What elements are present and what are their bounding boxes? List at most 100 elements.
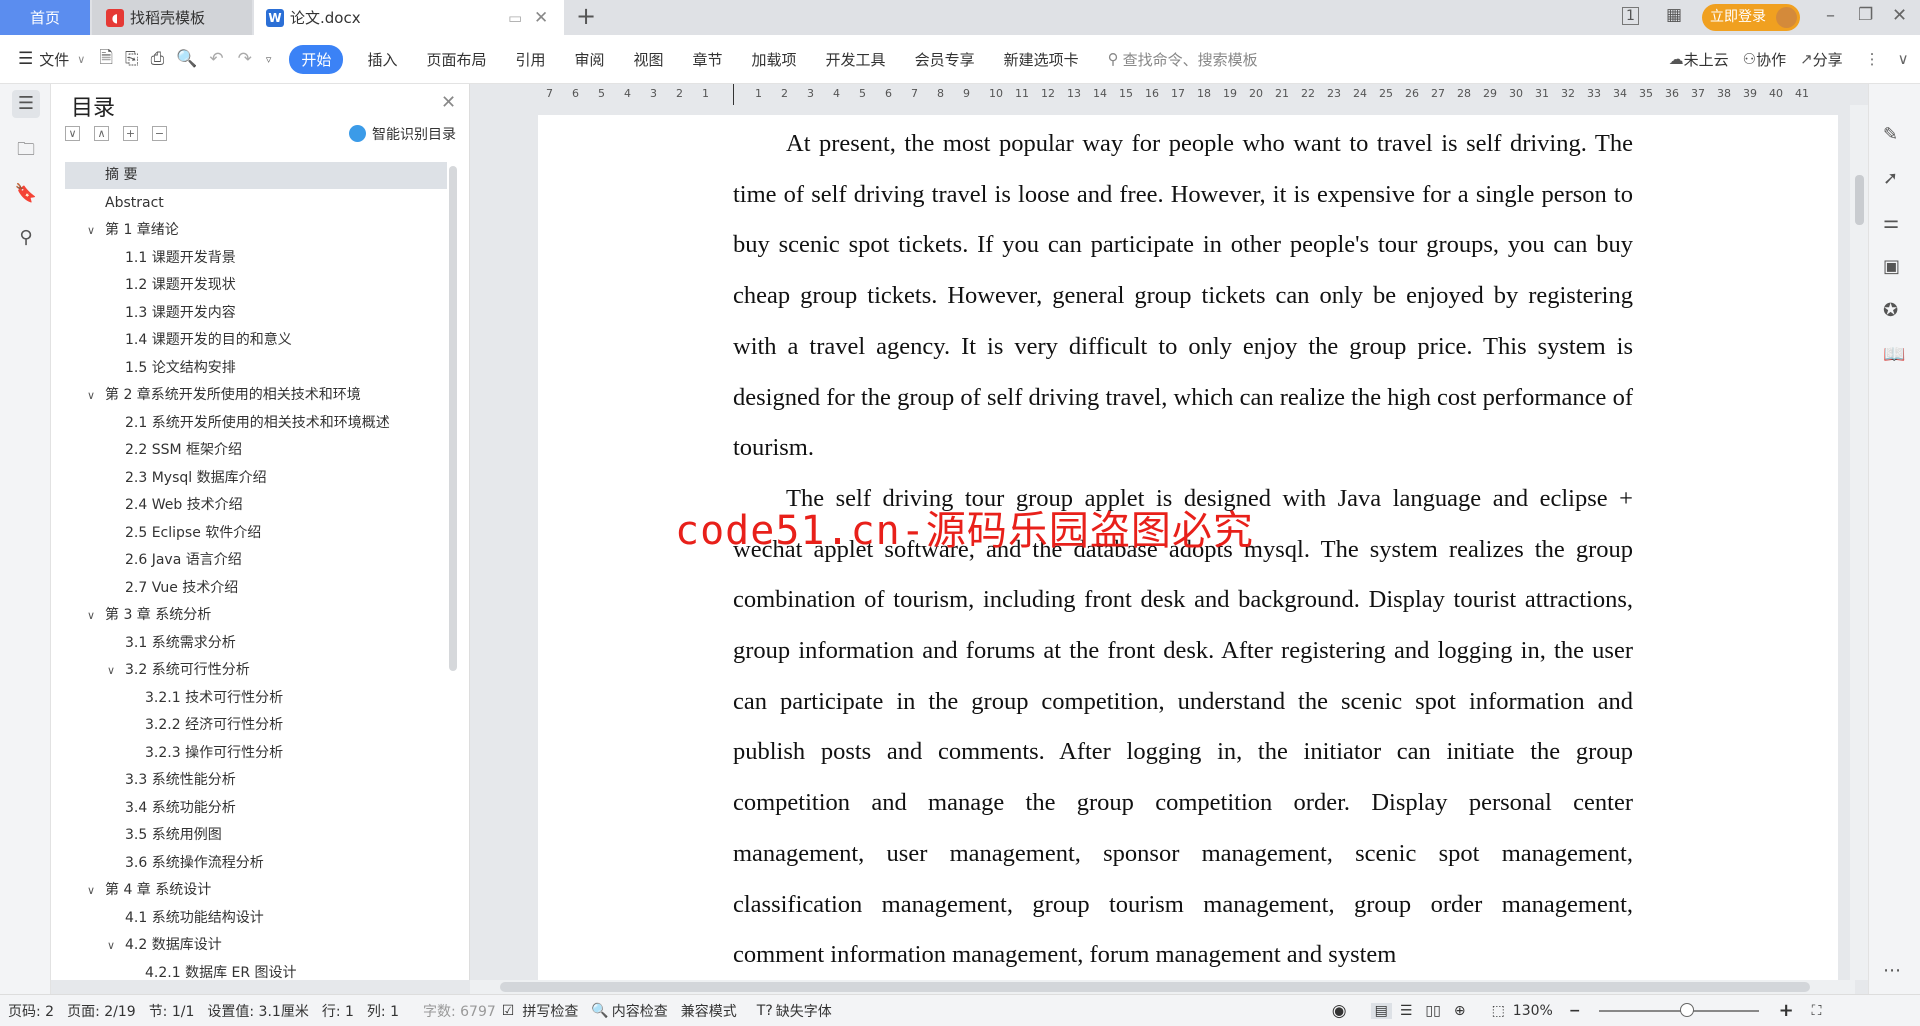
toc-item[interactable]: 1.3 课题开发内容 — [65, 300, 499, 327]
toc-item[interactable]: 1.5 论文结构安排 — [65, 355, 499, 382]
word-count[interactable]: 字数: 6797 — [423, 1001, 496, 1021]
horizontal-scrollbar[interactable] — [470, 980, 1855, 994]
tab-new[interactable]: 新建选项卡 — [1004, 49, 1079, 70]
share-button[interactable]: 分享 — [1813, 49, 1843, 70]
ai-icon[interactable]: ✪ — [1883, 300, 1898, 321]
toc-item[interactable]: 2.4 Web 技术介绍 — [65, 492, 499, 519]
command-search-input[interactable]: 查找命令、搜索模板 — [1123, 49, 1503, 70]
toc-item[interactable]: 2.5 Eclipse 软件介绍 — [65, 520, 499, 547]
settings-sliders-icon[interactable]: ⚌ — [1883, 212, 1899, 233]
quick-access-dropdown-icon[interactable]: ▿ — [266, 53, 272, 66]
row-indicator[interactable]: 行: 1 — [322, 1001, 354, 1021]
tab-template[interactable]: ◖ 找稻壳模板 — [92, 0, 252, 35]
toc-item[interactable]: 2.2 SSM 框架介绍 — [65, 437, 499, 464]
find-icon[interactable]: ⚲ — [12, 224, 40, 252]
toc-item[interactable]: 1.2 课题开发现状 — [65, 272, 499, 299]
outline-view-icon[interactable]: ☰ — [1400, 1003, 1413, 1019]
vertical-scrollbar[interactable] — [1850, 105, 1868, 980]
tab-insert[interactable]: 插入 — [367, 49, 397, 70]
undo-icon[interactable]: ↶ — [209, 49, 223, 69]
page-code[interactable]: 页码: 2 — [8, 1001, 54, 1021]
more-horizontal-icon[interactable]: ⋯ — [1883, 960, 1901, 981]
zoom-level[interactable]: 130% — [1513, 1003, 1553, 1019]
close-window-button[interactable]: ✕ — [1892, 5, 1907, 26]
toc-item[interactable]: 3.2.1 技术可行性分析 — [65, 685, 499, 712]
toc-item[interactable]: 2.1 系统开发所使用的相关技术和环境概述 — [65, 410, 499, 437]
indent-marker[interactable] — [733, 84, 734, 105]
pen-icon[interactable]: ✎ — [1883, 124, 1898, 145]
tab-addins[interactable]: 加载项 — [752, 49, 797, 70]
collapse-all-icon[interactable]: ∨ — [65, 126, 80, 141]
toc-item[interactable]: 4.2.1 数据库 ER 图设计 — [65, 960, 499, 987]
image-edit-icon[interactable]: ▣ — [1883, 256, 1900, 277]
tab-start[interactable]: 开始 — [289, 44, 344, 74]
print-preview-icon[interactable]: 🔍 — [176, 49, 197, 69]
section-indicator[interactable]: 节: 1/1 — [149, 1001, 195, 1021]
tab-page-layout[interactable]: 页面布局 — [426, 49, 486, 70]
add-heading-icon[interactable]: + — [123, 126, 138, 141]
file-menu[interactable]: 文件 — [39, 49, 69, 70]
tab-document[interactable]: W 论文.docx ▭ ✕ — [254, 0, 564, 35]
select-cursor-icon[interactable]: ➚ — [1883, 168, 1898, 189]
page-view-icon[interactable]: ▤ — [1370, 1002, 1392, 1019]
toc-item[interactable]: 2.3 Mysql 数据库介绍 — [65, 465, 499, 492]
cloud-status[interactable]: 未上云 — [1684, 49, 1729, 70]
compat-mode[interactable]: 兼容模式 — [681, 1001, 737, 1021]
collab-button[interactable]: 协作 — [1756, 49, 1786, 70]
read-view-icon[interactable]: ▯▯ — [1425, 1003, 1440, 1019]
horizontal-scroll-thumb[interactable] — [500, 982, 1810, 992]
zoom-slider-handle[interactable] — [1679, 1002, 1694, 1017]
setting-value[interactable]: 设置值: 3.1厘米 — [207, 1001, 308, 1021]
tab-developer[interactable]: 开发工具 — [826, 49, 886, 70]
tab-member[interactable]: 会员专享 — [915, 49, 975, 70]
tab-review[interactable]: 审阅 — [574, 49, 604, 70]
toc-item[interactable]: 4.1 系统功能结构设计 — [65, 905, 499, 932]
toc-item[interactable]: 2.6 Java 语言介绍 — [65, 547, 499, 574]
chevron-down-icon[interactable]: ∨ — [87, 602, 95, 629]
redo-icon[interactable]: ↷ — [238, 49, 252, 69]
toc-item[interactable]: 摘 要 — [65, 162, 447, 189]
remove-heading-icon[interactable]: − — [152, 126, 167, 141]
menu-icon[interactable]: ☰ — [18, 49, 33, 69]
login-button[interactable]: 立即登录 — [1702, 4, 1800, 31]
reading-icon[interactable]: 📖 — [1883, 344, 1905, 365]
pin-icon[interactable]: ▭ — [508, 9, 522, 27]
zoom-out-button[interactable]: − — [1569, 1003, 1581, 1019]
close-toc-icon[interactable]: ✕ — [441, 92, 456, 113]
single-page-icon[interactable]: 1 — [1622, 7, 1639, 25]
chevron-down-icon[interactable]: ∨ — [87, 877, 95, 904]
toc-item[interactable]: Abstract — [65, 190, 499, 217]
toc-item[interactable]: 1.1 课题开发背景 — [65, 245, 499, 272]
fit-page-icon[interactable]: ⬚ — [1492, 1003, 1505, 1019]
toc-item[interactable]: ∨ 第 3 章 系统分析 — [65, 602, 499, 629]
close-tab-icon[interactable]: ✕ — [534, 8, 548, 28]
new-tab-button[interactable]: + — [576, 2, 596, 30]
toc-item[interactable]: 1.4 课题开发的目的和意义 — [65, 327, 499, 354]
print-icon[interactable]: ⎙ — [151, 49, 165, 69]
toc-item[interactable]: 3.2.3 操作可行性分析 — [65, 740, 499, 767]
toc-item[interactable]: 3.3 系统性能分析 — [65, 767, 499, 794]
toc-item[interactable]: 3.2.2 经济可行性分析 — [65, 712, 499, 739]
toc-scrollbar[interactable] — [449, 166, 457, 671]
toc-panel-icon[interactable]: ☰ — [12, 90, 40, 118]
save-icon[interactable]: 🗎 — [99, 45, 113, 74]
toc-item[interactable]: 3.6 系统操作流程分析 — [65, 850, 499, 877]
tab-view[interactable]: 视图 — [634, 49, 664, 70]
tab-home[interactable]: 首页 — [0, 0, 90, 35]
toc-item[interactable]: ∨ 第 1 章绪论 — [65, 217, 499, 244]
zoom-slider[interactable] — [1598, 1002, 1759, 1017]
toc-item[interactable]: 2.7 Vue 技术介绍 — [65, 575, 499, 602]
page-indicator[interactable]: 页面: 2/19 — [67, 1001, 136, 1021]
tab-chapter[interactable]: 章节 — [693, 49, 723, 70]
fullscreen-icon[interactable]: ⛶ — [1812, 1003, 1822, 1019]
vertical-scroll-thumb[interactable] — [1855, 175, 1864, 225]
minimize-button[interactable]: – — [1826, 5, 1835, 26]
toc-item[interactable]: ∨ 4.2 数据库设计 — [65, 932, 499, 959]
spell-check-button[interactable]: 拼写检查 — [522, 1001, 578, 1021]
smart-toc-button[interactable]: 智能识别目录 — [372, 124, 456, 144]
web-view-icon[interactable]: ⊕ — [1454, 1003, 1466, 1019]
toc-item[interactable]: ∨ 3.2 系统可行性分析 — [65, 657, 499, 684]
restore-button[interactable]: ❐ — [1858, 5, 1873, 25]
toc-item[interactable]: ∨ 第 4 章 系统设计 — [65, 877, 499, 904]
toc-item[interactable]: ∨ 第 2 章系统开发所使用的相关技术和环境 — [65, 382, 499, 409]
